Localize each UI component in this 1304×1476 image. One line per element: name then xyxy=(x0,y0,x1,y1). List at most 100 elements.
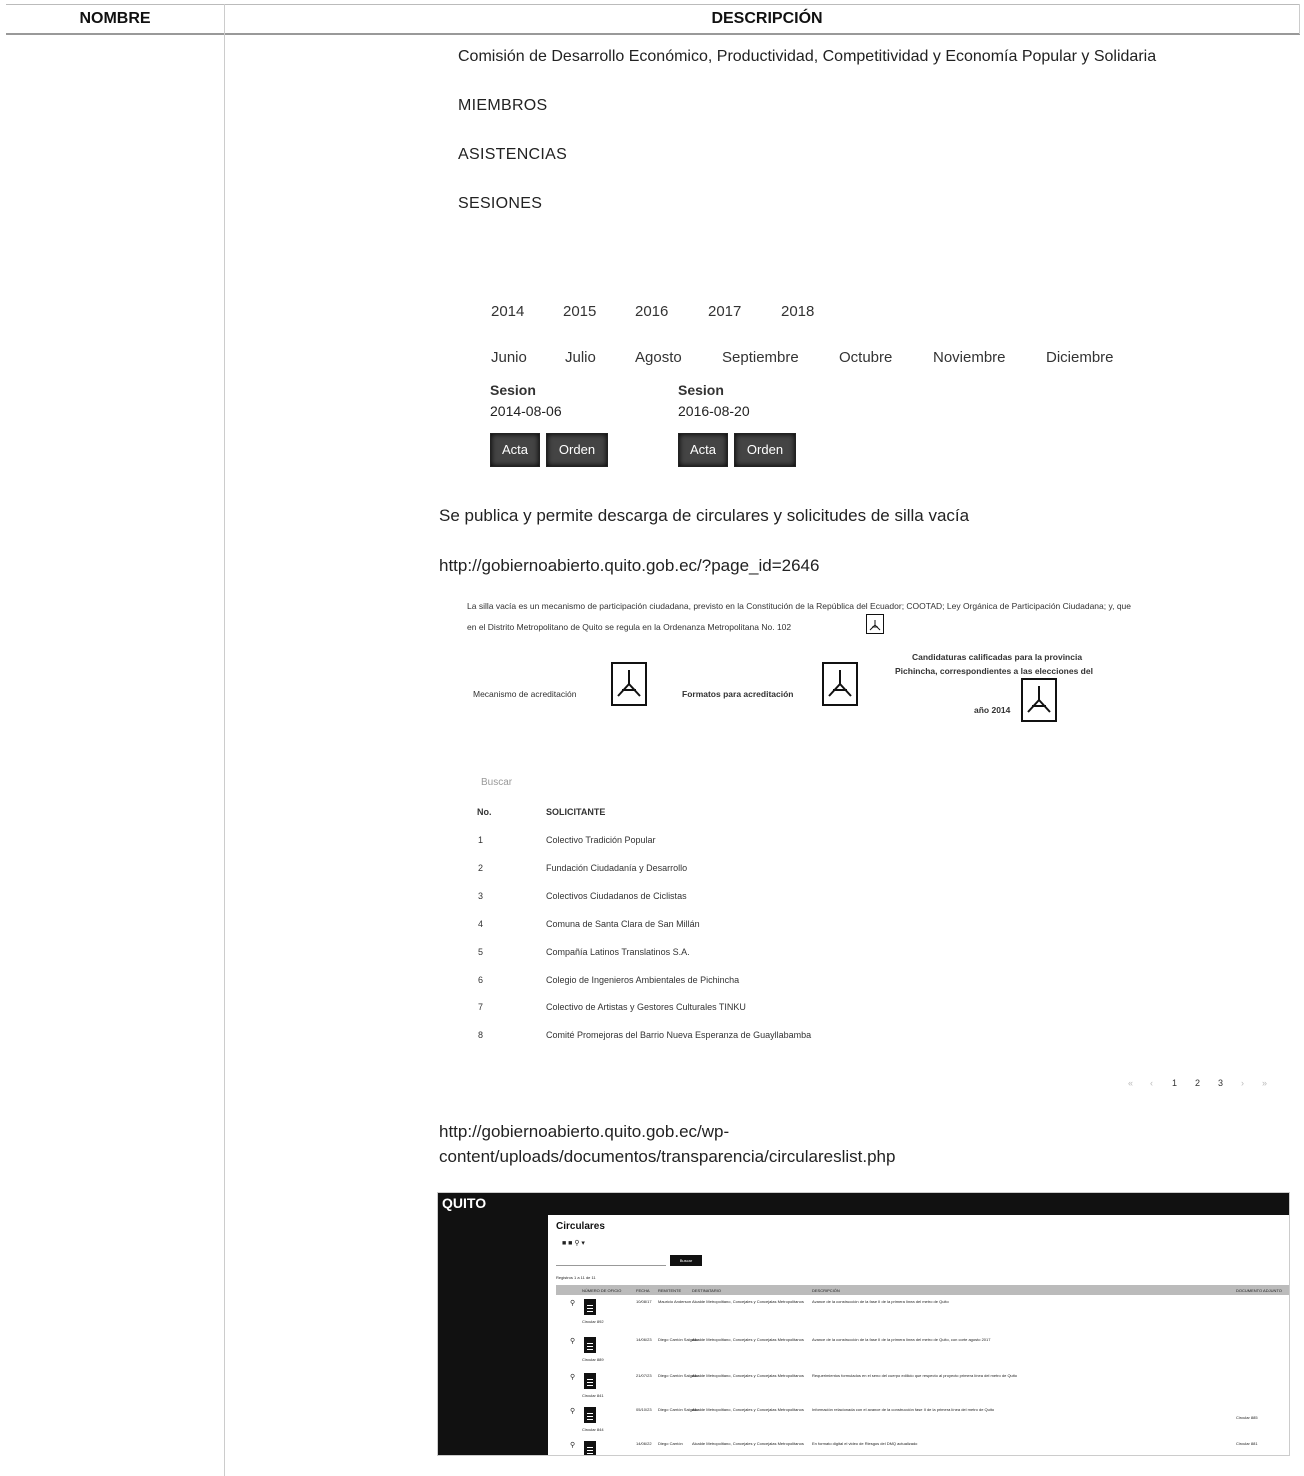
circular-row: ⚲ Circular 892 10/08/17 Mauricio Anderso… xyxy=(556,1297,1289,1333)
orden-button[interactable]: Orden xyxy=(546,433,608,467)
acta-button[interactable]: Acta xyxy=(678,433,728,467)
circular-doc[interactable]: Circular 881 xyxy=(1236,1441,1258,1446)
doc-candidaturas-line3: año 2014 xyxy=(974,705,1011,715)
circular-to: Alcalde Metropolitano, Concejales y Conc… xyxy=(692,1373,804,1378)
row-no: 4 xyxy=(478,919,484,929)
search-icon[interactable]: ⚲ xyxy=(570,1407,575,1415)
circulares-search-input[interactable] xyxy=(556,1255,666,1266)
row-solicitante: Colegio de Ingenieros Ambientales de Pic… xyxy=(546,975,740,985)
circulares-title: Circulares xyxy=(556,1221,605,1232)
col-descripcion: DESCRIPCIÓN xyxy=(711,10,823,27)
circular-desc: Requerimientos formulados en el seno del… xyxy=(812,1373,1018,1378)
circular-number: Circular 844 xyxy=(582,1427,604,1432)
search-icon[interactable]: ⚲ xyxy=(570,1299,575,1307)
circular-to: Alcalde Metropolitano, Concejales y Conc… xyxy=(692,1441,804,1446)
circular-row: ⚲ Circular 841 21/07/23 Diego Carrión Sa… xyxy=(556,1371,1289,1405)
pdf-icon[interactable] xyxy=(866,614,884,634)
row-solicitante: Comuna de Santa Clara de San Millán xyxy=(546,919,700,929)
url-circulares-line2[interactable]: content/uploads/documentos/transparencia… xyxy=(439,1147,895,1167)
circulares-description: Se publica y permite descarga de circula… xyxy=(439,506,970,525)
commission-title: Comisión de Desarrollo Económico, Produc… xyxy=(458,48,1157,65)
toolbar-icons[interactable]: ■ ■ ⚲ ▾ xyxy=(562,1239,585,1247)
document-icon[interactable] xyxy=(584,1441,596,1455)
circular-doc[interactable]: Circular 885 xyxy=(1236,1415,1258,1420)
tab-year-2017[interactable]: 2017 xyxy=(708,303,741,320)
page-3[interactable]: 3 xyxy=(1218,1078,1223,1088)
tab-year-2018[interactable]: 2018 xyxy=(781,303,814,320)
circular-date: 14/06/22 xyxy=(636,1441,652,1446)
page-1[interactable]: 1 xyxy=(1172,1078,1177,1088)
doc-candidaturas-line1: Candidaturas calificadas para la provinc… xyxy=(912,652,1083,662)
page-next[interactable]: › xyxy=(1241,1078,1244,1088)
circular-from: Diego Carrión xyxy=(658,1441,683,1446)
circular-desc: Avance de la construcción de la fase II … xyxy=(812,1337,991,1342)
document-icon[interactable] xyxy=(584,1337,596,1353)
silla-text-line1: La silla vacía es un mecanismo de partic… xyxy=(467,601,1132,611)
tab-year-2014[interactable]: 2014 xyxy=(491,303,524,320)
col-remitente: REMITENTE xyxy=(658,1288,682,1293)
silla-text-line2: en el Distrito Metropolitano de Quito se… xyxy=(467,622,792,632)
circular-to: Alcalde Metropolitano, Concejales y Conc… xyxy=(692,1299,804,1304)
tab-month-diciembre[interactable]: Diciembre xyxy=(1046,349,1114,366)
tab-month-noviembre[interactable]: Noviembre xyxy=(933,349,1006,366)
tab-month-junio[interactable]: Junio xyxy=(491,349,527,366)
col-nombre: NOMBRE xyxy=(79,10,151,27)
link-sesiones[interactable]: SESIONES xyxy=(458,195,542,213)
pdf-icon[interactable] xyxy=(822,662,858,706)
circular-row: ⚲ 14/06/22 Diego Carrión Alcalde Metropo… xyxy=(556,1439,1289,1455)
row-solicitante: Compañía Latinos Translatinos S.A. xyxy=(546,947,690,957)
tab-month-agosto[interactable]: Agosto xyxy=(635,349,682,366)
page-last[interactable]: » xyxy=(1262,1078,1267,1088)
tab-year-2015[interactable]: 2015 xyxy=(563,303,596,320)
circular-row: ⚲ Circular 889 14/06/23 Diego Carrión Sa… xyxy=(556,1335,1289,1371)
orden-button[interactable]: Orden xyxy=(734,433,796,467)
row-solicitante: Comité Promejoras del Barrio Nueva Esper… xyxy=(546,1030,812,1040)
document-icon[interactable] xyxy=(584,1407,596,1423)
page-2[interactable]: 2 xyxy=(1195,1078,1200,1088)
circular-number: Circular 892 xyxy=(582,1319,604,1324)
document-icon[interactable] xyxy=(584,1299,596,1315)
tab-month-octubre[interactable]: Octubre xyxy=(839,349,892,366)
tab-year-2016[interactable]: 2016 xyxy=(635,303,668,320)
search-icon[interactable]: ⚲ xyxy=(570,1373,575,1381)
session-label: Sesion xyxy=(490,382,536,398)
tab-month-julio[interactable]: Julio xyxy=(565,349,596,366)
circular-to: Alcalde Metropolitano, Concejales y Conc… xyxy=(692,1337,804,1342)
pdf-icon[interactable] xyxy=(1021,678,1057,722)
row-no: 2 xyxy=(478,863,484,873)
circular-from: Mauricio Anderson xyxy=(658,1299,692,1304)
link-miembros[interactable]: MIEMBROS xyxy=(458,97,548,115)
col-descripcion: DESCRIPCIÓN xyxy=(812,1288,840,1293)
row-no: 8 xyxy=(478,1030,484,1040)
circular-date: 05/10/23 xyxy=(636,1407,652,1412)
circular-number: Circular 841 xyxy=(582,1393,604,1398)
row-no: 6 xyxy=(478,975,484,985)
col-no: No. xyxy=(477,807,492,817)
row-no: 1 xyxy=(478,835,484,845)
session-label: Sesion xyxy=(678,382,724,398)
page-first[interactable]: « xyxy=(1128,1078,1133,1088)
circular-date: 10/08/17 xyxy=(636,1299,652,1304)
circular-row: ⚲ Circular 844 05/10/23 Diego Carrión Sa… xyxy=(556,1405,1289,1439)
pdf-icon[interactable] xyxy=(611,662,647,706)
session-date: 2014-08-06 xyxy=(490,403,562,419)
page-prev[interactable]: ‹ xyxy=(1150,1078,1153,1088)
quito-logo: QUITO xyxy=(442,1195,487,1211)
doc-candidaturas-line2: Pichincha, correspondientes a las elecci… xyxy=(895,666,1093,676)
circular-desc: Avance de la construcción de la fase II … xyxy=(812,1299,949,1304)
circular-to: Alcalde Metropolitano, Concejales y Conc… xyxy=(692,1407,804,1412)
search-icon[interactable]: ⚲ xyxy=(570,1441,575,1449)
document-icon[interactable] xyxy=(584,1373,596,1389)
circulares-search-button[interactable]: Buscar xyxy=(670,1255,702,1266)
search-icon[interactable]: ⚲ xyxy=(570,1337,575,1345)
link-asistencias[interactable]: ASISTENCIAS xyxy=(458,146,567,164)
search-input[interactable]: Buscar xyxy=(481,777,512,788)
col-fecha: FECHA xyxy=(636,1288,650,1293)
tab-month-septiembre[interactable]: Septiembre xyxy=(722,349,799,366)
acta-button[interactable]: Acta xyxy=(490,433,540,467)
circular-desc: Información relacionada con el avance de… xyxy=(812,1407,995,1412)
url-silla-vacia[interactable]: http://gobiernoabierto.quito.gob.ec/?pag… xyxy=(439,556,819,576)
row-no: 7 xyxy=(478,1002,484,1012)
sidebar: QUITO xyxy=(438,1193,548,1455)
url-circulares-line1[interactable]: http://gobiernoabierto.quito.gob.ec/wp- xyxy=(439,1122,729,1142)
